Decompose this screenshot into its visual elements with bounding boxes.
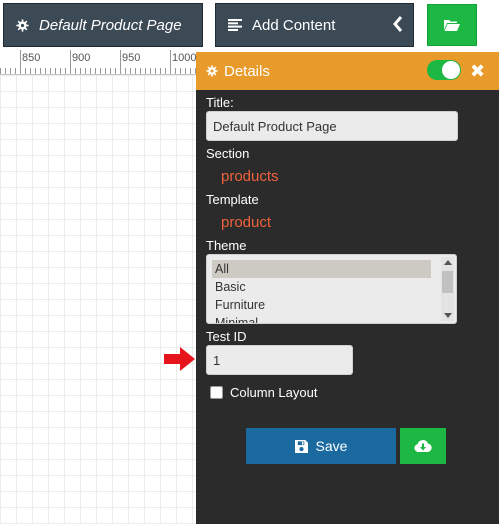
page-selector-label: Default Product Page (39, 16, 182, 34)
ruler-label: 950 (122, 52, 141, 64)
design-canvas[interactable] (0, 75, 197, 524)
section-label: Section (206, 146, 250, 161)
ruler-label: 1000 (172, 52, 197, 64)
ruler-minor-tick (10, 68, 11, 74)
ruler-minor-tick (80, 68, 81, 74)
save-label: Save (315, 438, 348, 454)
ruler-minor-tick (130, 68, 131, 74)
ruler-minor-tick (175, 68, 176, 74)
download-button[interactable] (400, 428, 446, 464)
ruler-minor-tick (90, 68, 91, 74)
cloud-download-icon (414, 440, 432, 452)
ruler-minor-tick (40, 68, 41, 74)
ruler-minor-tick (45, 68, 46, 74)
ruler-major-tick (120, 50, 121, 74)
ruler-minor-tick (185, 68, 186, 74)
ruler-minor-tick (100, 68, 101, 74)
toggle-knob (442, 61, 460, 79)
ruler-minor-tick (150, 68, 151, 74)
ruler-minor-tick (75, 68, 76, 74)
horizontal-ruler: 850 900 950 1000 (0, 50, 200, 75)
theme-option-basic[interactable]: Basic (212, 278, 431, 296)
details-panel: Details ✖ Title: Default Product Page Se… (196, 52, 499, 524)
scrollbar-thumb[interactable] (442, 271, 453, 293)
add-content-label: Add Content (252, 16, 336, 34)
scroll-up-icon[interactable] (444, 260, 452, 265)
ruler-minor-tick (50, 68, 51, 74)
theme-option-furniture[interactable]: Furniture (212, 296, 431, 314)
ruler-minor-tick (145, 68, 146, 74)
test-id-input[interactable]: 1 (206, 345, 353, 375)
test-id-label: Test ID (206, 329, 247, 344)
close-icon[interactable]: ✖ (470, 61, 485, 82)
ruler-minor-tick (60, 68, 61, 74)
ruler-major-tick (170, 50, 171, 74)
ruler-label: 900 (72, 52, 91, 64)
ruler-minor-tick (65, 68, 66, 74)
theme-label: Theme (206, 238, 247, 253)
details-toggle[interactable] (427, 60, 461, 80)
template-value: product (221, 214, 272, 231)
scroll-down-icon[interactable] (444, 313, 452, 318)
ruler-minor-tick (55, 68, 56, 74)
red-arrow-icon (164, 347, 195, 371)
ruler-minor-tick (165, 68, 166, 74)
ruler-minor-tick (25, 68, 26, 74)
ruler-minor-tick (115, 68, 116, 74)
ruler-minor-tick (105, 68, 106, 74)
ruler-minor-tick (160, 68, 161, 74)
ruler-minor-tick (135, 68, 136, 74)
ruler-minor-tick (0, 68, 1, 74)
top-toolbar: Default Product Page Add Content (0, 0, 499, 50)
theme-option-minimal[interactable]: Minimal (212, 314, 431, 323)
ruler-minor-tick (35, 68, 36, 74)
page-selector-button[interactable]: Default Product Page (3, 3, 203, 47)
ruler-minor-tick (85, 68, 86, 74)
ruler-minor-tick (140, 68, 141, 74)
details-panel-header: Details ✖ (196, 52, 499, 90)
ruler-major-tick (20, 50, 21, 74)
floppy-disk-icon (294, 439, 308, 453)
gear-icon (206, 65, 218, 77)
ruler-minor-tick (15, 68, 16, 74)
details-panel-title: Details (224, 62, 270, 80)
theme-scrollbar[interactable] (441, 257, 454, 321)
title-input[interactable]: Default Product Page (206, 111, 458, 141)
column-layout-label: Column Layout (230, 385, 318, 400)
ruler-minor-tick (190, 68, 191, 74)
folder-open-icon (444, 19, 460, 31)
ruler-minor-tick (155, 68, 156, 74)
theme-listbox[interactable]: All Basic Furniture Minimal (206, 254, 457, 324)
list-icon (228, 19, 242, 31)
gear-icon (16, 18, 29, 32)
ruler-minor-tick (110, 68, 111, 74)
theme-option-all[interactable]: All (212, 260, 431, 278)
ruler-minor-tick (95, 68, 96, 74)
chevron-left-icon[interactable] (393, 15, 403, 33)
section-value: products (221, 168, 279, 185)
column-layout-checkbox[interactable] (210, 386, 223, 399)
ruler-minor-tick (30, 68, 31, 74)
ruler-minor-tick (180, 68, 181, 74)
ruler-major-tick (70, 50, 71, 74)
open-folder-button[interactable] (427, 4, 477, 46)
title-label: Title: (206, 95, 234, 110)
template-label: Template (206, 192, 259, 207)
ruler-minor-tick (125, 68, 126, 74)
save-button[interactable]: Save (246, 428, 396, 464)
ruler-minor-tick (5, 68, 6, 74)
add-content-button[interactable]: Add Content (215, 3, 414, 47)
ruler-label: 850 (22, 52, 41, 64)
